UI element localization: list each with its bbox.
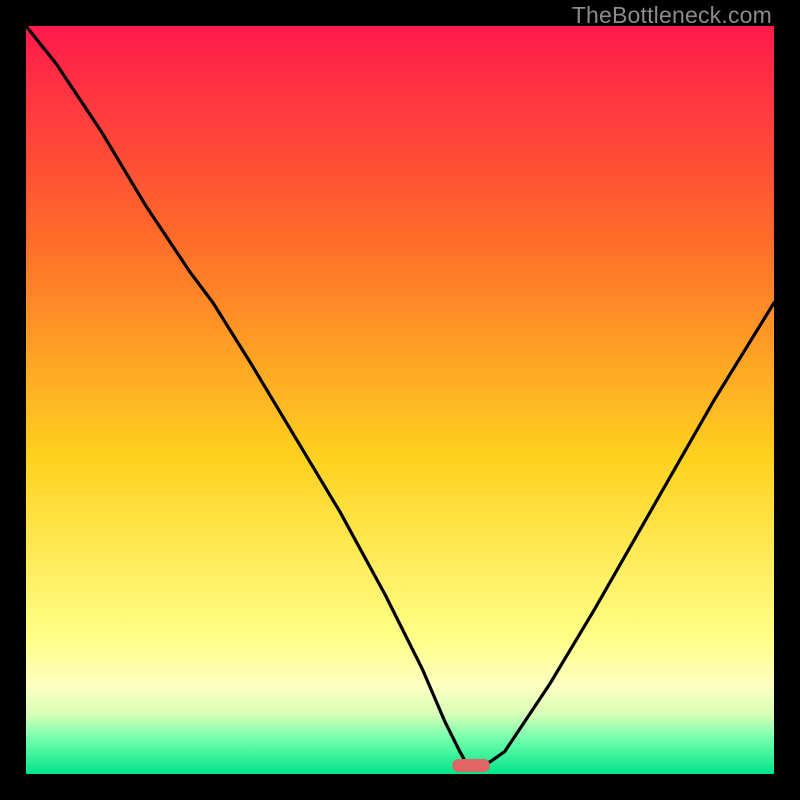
watermark-text: TheBottleneck.com (572, 2, 772, 29)
optimal-marker (452, 759, 489, 772)
bottleneck-chart (26, 26, 774, 774)
chart-frame (26, 26, 774, 774)
gradient-background (26, 26, 774, 774)
